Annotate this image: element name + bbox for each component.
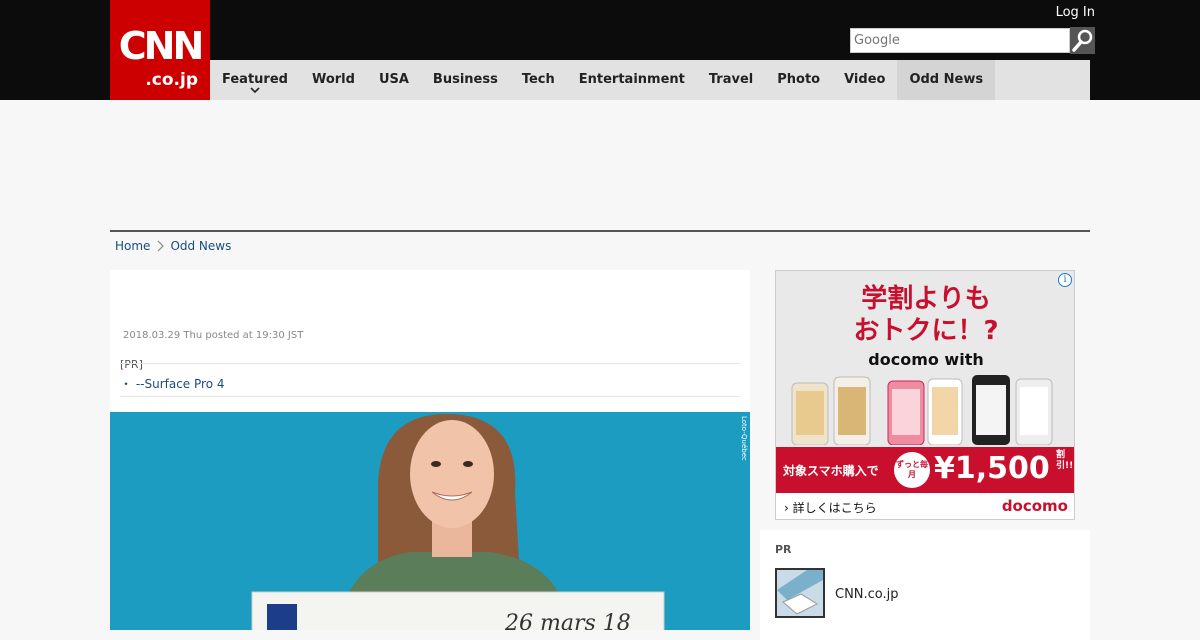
nav-photo[interactable]: Photo [765, 60, 832, 100]
top-bar: CNN .co.jp Log In Featured World USA Bus… [0, 0, 1200, 100]
ad-footer: › 詳しくはこちら docomo [776, 493, 1074, 519]
divider [120, 396, 740, 397]
chevron-down-icon [250, 87, 260, 94]
breadcrumb-odd-news[interactable]: Odd News [170, 239, 231, 253]
chevron-right-icon [158, 240, 165, 252]
nav-travel[interactable]: Travel [697, 60, 765, 100]
nav-featured[interactable]: Featured [210, 60, 300, 100]
divider [110, 230, 1090, 232]
ad-price: ¥1,500 [934, 451, 1050, 486]
pr-label: [PR] [120, 358, 143, 371]
breadcrumb-home[interactable]: Home [115, 239, 150, 253]
breadcrumb: Home Odd News [115, 237, 231, 255]
search-icon [1072, 29, 1093, 52]
login-link[interactable]: Log In [1056, 5, 1095, 20]
pr-thumbnail[interactable] [775, 568, 825, 618]
photo-credit: Loto-Québec [740, 416, 748, 461]
ad-headline-2: おトクに！? [853, 316, 999, 346]
divider [120, 363, 740, 364]
nav-world[interactable]: World [300, 60, 367, 100]
ad-price-band: 対象スマホ購入で ずっと毎月 ¥1,500 割引!!! [776, 447, 1074, 493]
pr-panel: PR CNN.co.jp [760, 530, 1090, 640]
cnn-logo[interactable]: CNN .co.jp [110, 0, 210, 100]
logo-main-text: CNN [118, 24, 205, 68]
nav-tech[interactable]: Tech [510, 60, 567, 100]
main-nav: Featured World USA Business Tech Enterta… [210, 60, 1090, 100]
nav-business[interactable]: Business [421, 60, 510, 100]
search-button[interactable] [1070, 27, 1095, 54]
photo-illustration: 26 mars 18 [110, 412, 750, 630]
docomo-ad[interactable]: i 学割よりも おトクに！? docomo with 対象スマホ購入で ずっと毎… [775, 270, 1075, 520]
ad-brand: docomo with [868, 350, 984, 369]
search-input[interactable] [850, 28, 1070, 53]
nav-entertainment[interactable]: Entertainment [567, 60, 697, 100]
pr-item-link[interactable]: CNN.co.jp [835, 587, 899, 602]
nav-video[interactable]: Video [832, 60, 897, 100]
nav-usa[interactable]: USA [367, 60, 421, 100]
pr-link[interactable]: ・ --Surface Pro 4 [120, 375, 225, 392]
cheque-date: 26 mars 18 [504, 611, 631, 630]
docomo-logo: docomo [1001, 497, 1068, 515]
envelope-icon [777, 570, 823, 616]
ad-price-suffix: 割引!!! [1056, 450, 1074, 471]
nav-odd-news[interactable]: Odd News [897, 60, 996, 100]
ad-headline-1: 学割よりも [861, 284, 991, 314]
logo-sub-text: .co.jp [145, 70, 198, 90]
article-date: 2018.03.29 Thu posted at 19:30 JST [123, 330, 304, 341]
phones-illustration [791, 375, 1053, 445]
pr-panel-title: PR [775, 543, 792, 556]
article-photo: 26 mars 18 Loto-Québec [110, 412, 750, 630]
ad-more-link[interactable]: › 詳しくはこちら [784, 499, 877, 516]
ad-band-text: 対象スマホ購入で [783, 464, 879, 478]
ad-badge: ずっと毎月 [894, 452, 930, 488]
article-card: 2018.03.29 Thu posted at 19:30 JST [PR] … [110, 270, 750, 630]
